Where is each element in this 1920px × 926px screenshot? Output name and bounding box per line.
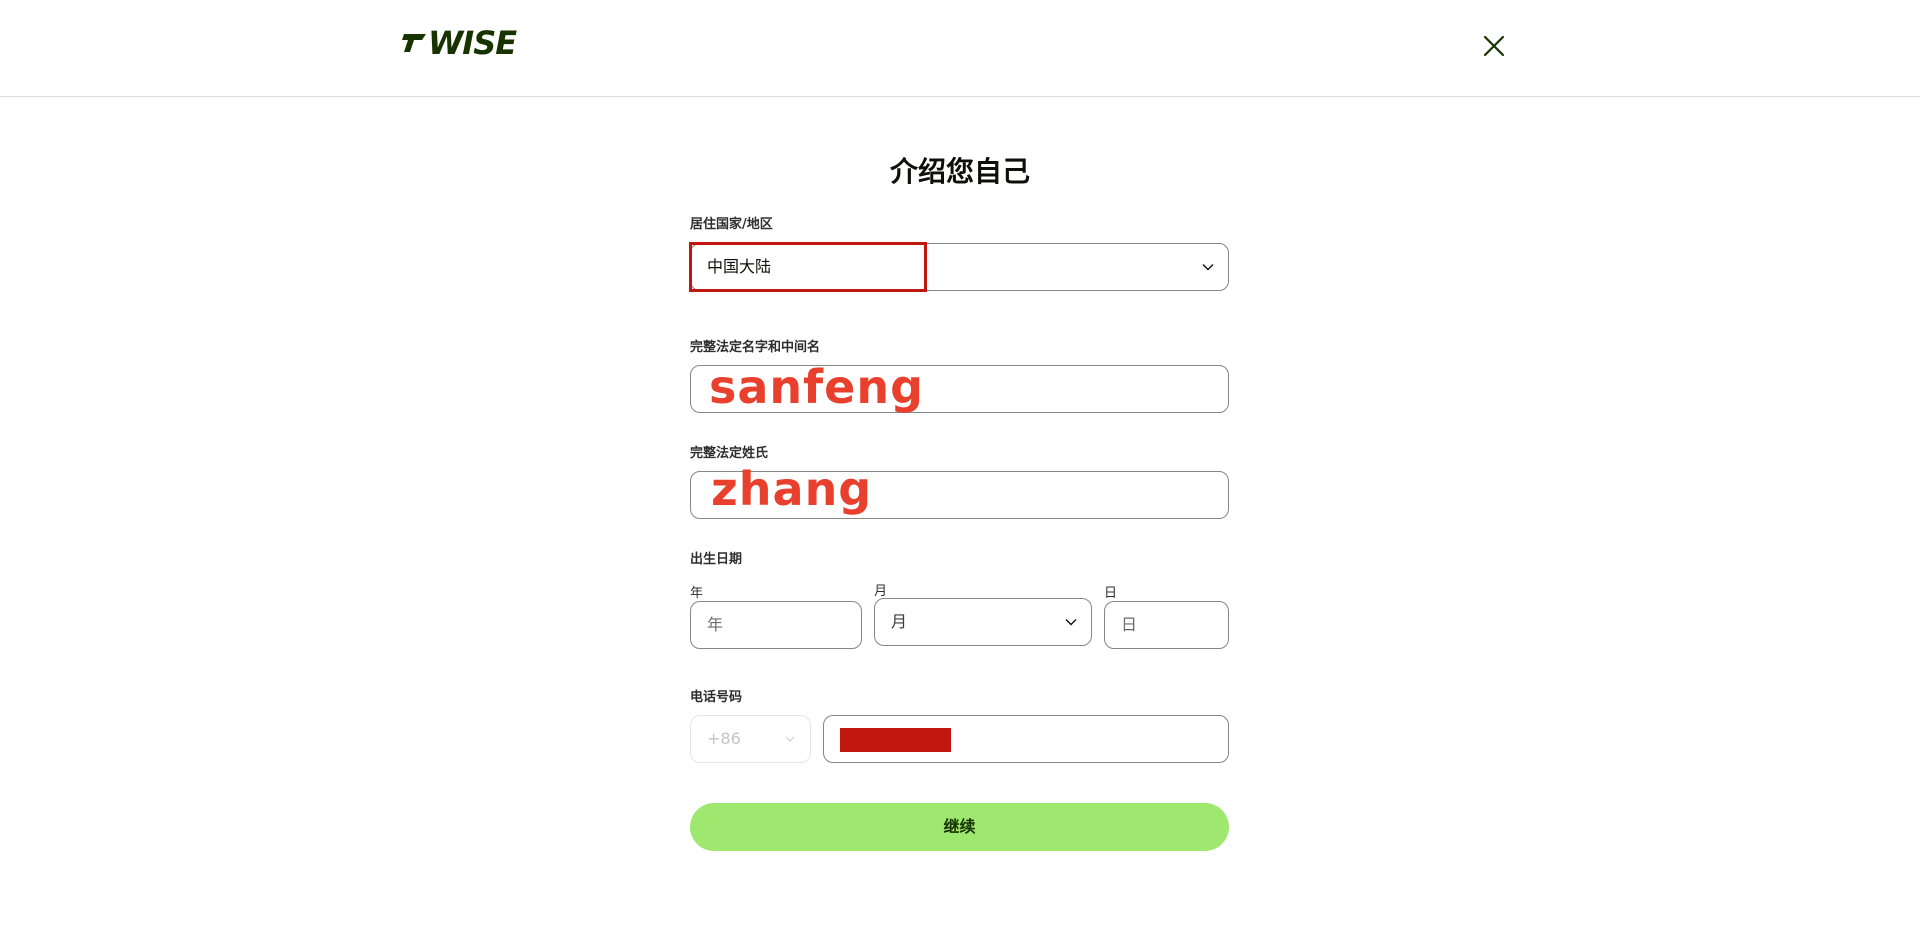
phone-code-select[interactable]: +86 xyxy=(690,715,811,763)
last-name-value: zhang xyxy=(711,462,873,516)
top-bar: WISE xyxy=(0,0,1920,97)
month-label: 月 xyxy=(874,584,888,599)
year-input[interactable]: 年 xyxy=(690,601,862,649)
month-value: 月 xyxy=(891,612,908,631)
close-button[interactable] xyxy=(1480,32,1508,60)
day-input[interactable]: 日 xyxy=(1104,601,1229,649)
last-name-label: 完整法定姓氏 xyxy=(690,446,769,461)
month-select[interactable]: 月 xyxy=(874,598,1092,646)
chevron-down-icon xyxy=(1202,264,1214,271)
first-name-label: 完整法定名字和中间名 xyxy=(690,340,821,355)
year-label: 年 xyxy=(690,586,704,601)
country-label: 居住国家/地区 xyxy=(690,217,773,232)
redacted-phone-number xyxy=(840,728,951,752)
first-name-input[interactable]: sanfeng xyxy=(690,360,1229,414)
continue-button[interactable]: 继续 xyxy=(690,803,1229,851)
chevron-down-icon xyxy=(1065,619,1077,626)
wise-flag-icon xyxy=(402,34,426,52)
country-value: 中国大陆 xyxy=(707,257,772,276)
first-name-value: sanfeng xyxy=(709,360,925,414)
logo-text: WISE xyxy=(428,24,517,62)
day-placeholder: 日 xyxy=(1121,615,1138,634)
last-name-input[interactable]: zhang xyxy=(690,462,1229,519)
country-select[interactable]: 中国大陆 xyxy=(690,243,1229,291)
chevron-down-icon xyxy=(785,736,795,742)
phone-label: 电话号码 xyxy=(690,690,743,705)
dob-label: 出生日期 xyxy=(690,552,743,567)
close-icon xyxy=(1483,35,1505,57)
page-title: 介绍您自己 xyxy=(889,155,1030,188)
year-placeholder: 年 xyxy=(707,615,724,634)
day-label: 日 xyxy=(1104,586,1118,601)
phone-code-value: +86 xyxy=(707,729,741,748)
wise-logo[interactable]: WISE xyxy=(402,24,517,62)
